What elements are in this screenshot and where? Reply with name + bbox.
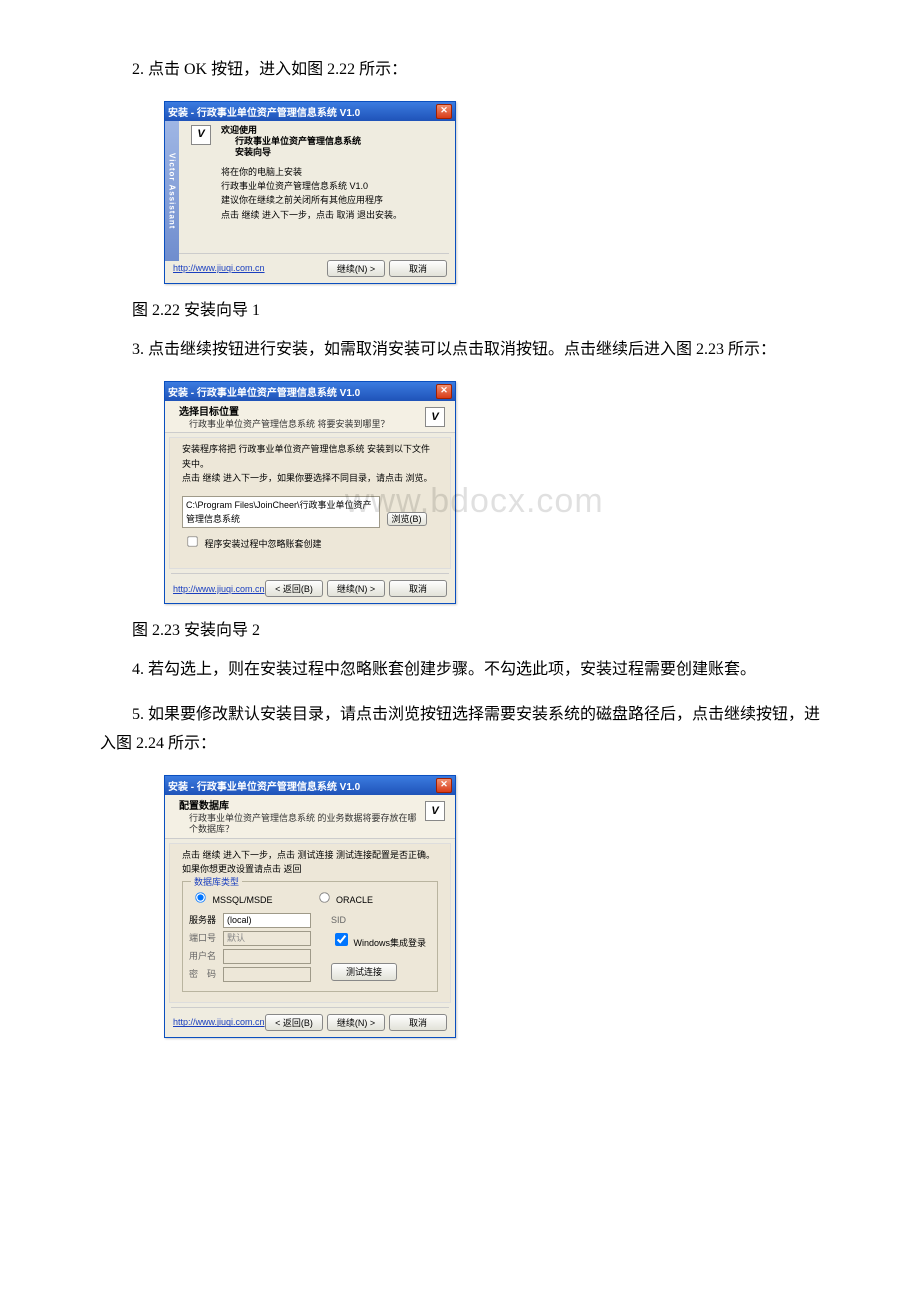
- window-title: 安装 - 行政事业单位资产管理信息系统 V1.0: [168, 778, 360, 793]
- info-line: 点击 继续 进入下一步，点击 测试连接 测试连接配置是否正确。: [182, 848, 438, 862]
- radio-mssql-input[interactable]: [195, 892, 205, 902]
- cancel-button[interactable]: 取消: [389, 260, 447, 277]
- pwd-label: 密 码: [189, 967, 217, 981]
- windows-auth-label: Windows集成登录: [354, 938, 427, 948]
- welcome-heading: 欢迎使用: [221, 125, 441, 136]
- radio-oracle[interactable]: ORACLE: [313, 888, 374, 907]
- close-icon[interactable]: ✕: [436, 778, 452, 793]
- user-label: 用户名: [189, 949, 217, 963]
- titlebar[interactable]: 安装 - 行政事业单位资产管理信息系统 V1.0 ✕: [165, 102, 455, 121]
- figure-caption-2-23: 图 2.23 安装向导 2: [100, 616, 820, 640]
- welcome-heading-3: 安装向导: [221, 147, 441, 158]
- skip-account-label: 程序安装过程中忽略账套创建: [205, 539, 322, 549]
- window-title: 安装 - 行政事业单位资产管理信息系统 V1.0: [168, 104, 360, 119]
- figure-caption-2-22: 图 2.22 安装向导 1: [100, 296, 820, 320]
- info-line: 安装程序将把 行政事业单位资产管理信息系统 安装到以下文件夹中。: [182, 442, 438, 471]
- installer-logo-icon: V: [425, 801, 445, 821]
- radio-oracle-label: ORACLE: [336, 895, 373, 905]
- skip-account-checkbox-input[interactable]: [187, 537, 197, 547]
- step-heading: 选择目标位置: [179, 407, 425, 420]
- step-subtext: 行政事业单位资产管理信息系统 将要安装到哪里？: [179, 419, 425, 430]
- titlebar[interactable]: 安装 - 行政事业单位资产管理信息系统 V1.0 ✕: [165, 776, 455, 795]
- cancel-button[interactable]: 取消: [389, 1014, 447, 1031]
- browse-button[interactable]: 浏览(B): [387, 512, 427, 526]
- db-type-groupbox: 数据库类型 MSSQL/MSDE ORACLE 服务器(local) 端口号默认…: [182, 881, 438, 992]
- next-button[interactable]: 继续(N) >: [327, 1014, 385, 1031]
- radio-mssql[interactable]: MSSQL/MSDE: [189, 888, 273, 907]
- next-button[interactable]: 继续(N) >: [327, 580, 385, 597]
- windows-auth-checkbox-input[interactable]: [335, 933, 348, 946]
- paragraph-3: 3. 点击继续按钮进行安装，如需取消安装可以点击取消按钮。点击继续后进入图 2.…: [100, 336, 820, 365]
- server-label: 服务器: [189, 913, 217, 927]
- window-title: 安装 - 行政事业单位资产管理信息系统 V1.0: [168, 384, 360, 399]
- paragraph-4: 4. 若勾选上，则在安装过程中忽略账套创建步骤。不勾选此项，安装过程需要创建账套…: [100, 656, 820, 685]
- install-path-input[interactable]: C:\Program Files\JoinCheer\行政事业单位资产管理信息系…: [182, 496, 380, 529]
- cancel-button[interactable]: 取消: [389, 580, 447, 597]
- user-input[interactable]: [223, 949, 311, 964]
- next-button[interactable]: 继续(N) >: [327, 260, 385, 277]
- installer-logo-icon: V: [425, 407, 445, 427]
- db-type-legend: 数据库类型: [191, 875, 242, 889]
- step-heading: 配置数据库: [179, 801, 425, 814]
- info-line: 点击 继续 进入下一步，点击 取消 退出安装。: [221, 208, 441, 222]
- close-icon[interactable]: ✕: [436, 104, 452, 119]
- vendor-link[interactable]: http://www.jiuqi.com.cn: [173, 584, 265, 594]
- test-connection-button[interactable]: 测试连接: [331, 963, 397, 981]
- port-label: 端口号: [189, 931, 217, 945]
- titlebar[interactable]: 安装 - 行政事业单位资产管理信息系统 V1.0 ✕: [165, 382, 455, 401]
- port-input[interactable]: 默认: [223, 931, 311, 946]
- vendor-link[interactable]: http://www.jiuqi.com.cn: [173, 263, 265, 273]
- info-line: 建议你在继续之前关闭所有其他应用程序: [221, 193, 441, 207]
- radio-oracle-input[interactable]: [319, 892, 329, 902]
- paragraph-2: 2. 点击 OK 按钮，进入如图 2.22 所示：: [100, 56, 820, 85]
- info-line: 将在你的电脑上安装: [221, 165, 441, 179]
- pwd-input[interactable]: [223, 967, 311, 982]
- server-input[interactable]: (local): [223, 913, 311, 928]
- installer-logo-icon: V: [191, 125, 211, 145]
- windows-auth-checkbox[interactable]: Windows集成登录: [331, 930, 426, 950]
- install-wizard-dialog-3: 安装 - 行政事业单位资产管理信息系统 V1.0 ✕ 配置数据库 行政事业单位资…: [164, 775, 456, 1038]
- info-line: 行政事业单位资产管理信息系统 V1.0: [221, 179, 441, 193]
- back-button[interactable]: < 返回(B): [265, 580, 323, 597]
- back-button[interactable]: < 返回(B): [265, 1014, 323, 1031]
- skip-account-checkbox[interactable]: 程序安装过程中忽略账套创建: [182, 539, 322, 549]
- radio-mssql-label: MSSQL/MSDE: [213, 895, 273, 905]
- info-line: 点击 继续 进入下一步，如果你要选择不同目录，请点击 浏览。: [182, 471, 438, 485]
- vendor-link[interactable]: http://www.jiuqi.com.cn: [173, 1017, 265, 1027]
- install-wizard-dialog-2: 安装 - 行政事业单位资产管理信息系统 V1.0 ✕ 选择目标位置 行政事业单位…: [164, 381, 456, 605]
- sid-label: SID: [331, 913, 359, 927]
- sidebar-brand: Victor Assistant: [165, 121, 179, 261]
- welcome-heading-2: 行政事业单位资产管理信息系统: [221, 136, 441, 147]
- step-subtext: 行政事业单位资产管理信息系统 的业务数据将要存放在哪个数据库？: [179, 813, 425, 836]
- install-wizard-dialog-1: 安装 - 行政事业单位资产管理信息系统 V1.0 ✕ Victor Assist…: [164, 101, 456, 284]
- close-icon[interactable]: ✕: [436, 384, 452, 399]
- paragraph-5: 5. 如果要修改默认安装目录，请点击浏览按钮选择需要安装系统的磁盘路径后，点击继…: [100, 701, 820, 759]
